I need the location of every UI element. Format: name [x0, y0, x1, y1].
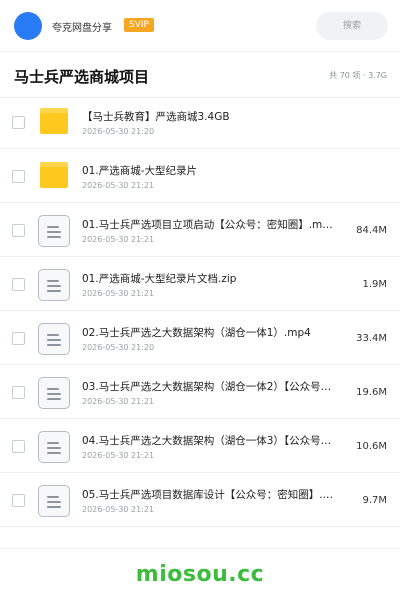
document-icon: [38, 215, 70, 247]
item-date: 2026-05-30 21:21: [82, 451, 155, 460]
row-checkbox[interactable]: [12, 224, 25, 237]
list-item[interactable]: 【马士兵教育】严选商城3.4GB 2026-05-30 21:20: [0, 95, 400, 149]
document-icon: [38, 323, 70, 355]
item-name[interactable]: 01.严选商城-大型纪录片: [82, 163, 346, 178]
meta-separator: ·: [362, 71, 366, 80]
top-bar: 夸克网盘分享 SVIP 搜索: [0, 0, 400, 52]
document-icon: [38, 431, 70, 463]
item-size: 33.4M: [356, 333, 387, 344]
app-name: 夸克网盘分享: [52, 23, 112, 34]
item-date: 2026-05-30 21:21: [82, 181, 155, 190]
folder-icon: [40, 108, 68, 134]
list-item[interactable]: 01.严选商城-大型纪录片文档.zip 2026-05-30 21:21 1.9…: [0, 257, 400, 311]
folder-header: 马士兵严选商城项目 共 70 项 · 3.7G: [0, 52, 400, 98]
list-item[interactable]: 01.严选商城-大型纪录片 2026-05-30 21:21: [0, 149, 400, 203]
item-date: 2026-05-30 21:20: [82, 343, 155, 352]
row-checkbox[interactable]: [12, 170, 25, 183]
search-input[interactable]: 搜索: [316, 12, 388, 40]
document-icon: [38, 485, 70, 517]
list-item[interactable]: 03.马士兵严选之大数据架构（湖仓一体2）【公众号… 2026-05-30 21…: [0, 365, 400, 419]
item-size: 10.6M: [356, 441, 387, 452]
list-item[interactable]: 04.马士兵严选之大数据架构（湖仓一体3）【公众号… 2026-05-30 21…: [0, 419, 400, 473]
footer: miosou.cc: [0, 548, 400, 600]
folder-icon: [40, 162, 68, 188]
item-date: 2026-05-30 21:21: [82, 397, 155, 406]
watermark: miosou.cc: [135, 562, 265, 587]
folder-meta: 共 70 项 · 3.7G: [329, 70, 387, 81]
avatar[interactable]: [14, 12, 42, 40]
item-size: 19.6M: [356, 387, 387, 398]
item-date: 2026-05-30 21:21: [82, 289, 155, 298]
document-icon: [38, 269, 70, 301]
item-size: 1.9M: [362, 279, 387, 290]
file-list: 【马士兵教育】严选商城3.4GB 2026-05-30 21:20 01.严选商…: [0, 95, 400, 527]
row-checkbox[interactable]: [12, 278, 25, 291]
list-item[interactable]: 02.马士兵严选之大数据架构（湖仓一体1）.mp4 2026-05-30 21:…: [0, 311, 400, 365]
page-title: 马士兵严选商城项目: [14, 68, 150, 86]
item-name[interactable]: 03.马士兵严选之大数据架构（湖仓一体2）【公众号…: [82, 379, 346, 394]
item-count: 共 70 项: [329, 71, 361, 80]
item-date: 2026-05-30 21:20: [82, 127, 155, 136]
row-checkbox[interactable]: [12, 440, 25, 453]
item-size: 84.4M: [356, 225, 387, 236]
total-size: 3.7G: [368, 71, 387, 80]
item-name[interactable]: 02.马士兵严选之大数据架构（湖仓一体1）.mp4: [82, 325, 346, 340]
item-name[interactable]: 01.马士兵严选项目立项启动【公众号：密知圈】.m…: [82, 217, 346, 232]
item-name[interactable]: 04.马士兵严选之大数据架构（湖仓一体3）【公众号…: [82, 433, 346, 448]
list-item[interactable]: 05.马士兵严选项目数据库设计【公众号：密知圈】.… 2026-05-30 21…: [0, 473, 400, 527]
item-size: 9.7M: [362, 495, 387, 506]
row-checkbox[interactable]: [12, 116, 25, 129]
item-name[interactable]: 01.严选商城-大型纪录片文档.zip: [82, 271, 346, 286]
item-name[interactable]: 05.马士兵严选项目数据库设计【公众号：密知圈】.…: [82, 487, 346, 502]
row-checkbox[interactable]: [12, 332, 25, 345]
item-date: 2026-05-30 21:21: [82, 505, 155, 514]
row-checkbox[interactable]: [12, 386, 25, 399]
row-checkbox[interactable]: [12, 494, 25, 507]
document-icon: [38, 377, 70, 409]
list-item[interactable]: 01.马士兵严选项目立项启动【公众号：密知圈】.m… 2026-05-30 21…: [0, 203, 400, 257]
item-date: 2026-05-30 21:21: [82, 235, 155, 244]
svip-badge: SVIP: [124, 18, 154, 32]
item-name[interactable]: 【马士兵教育】严选商城3.4GB: [82, 109, 346, 124]
